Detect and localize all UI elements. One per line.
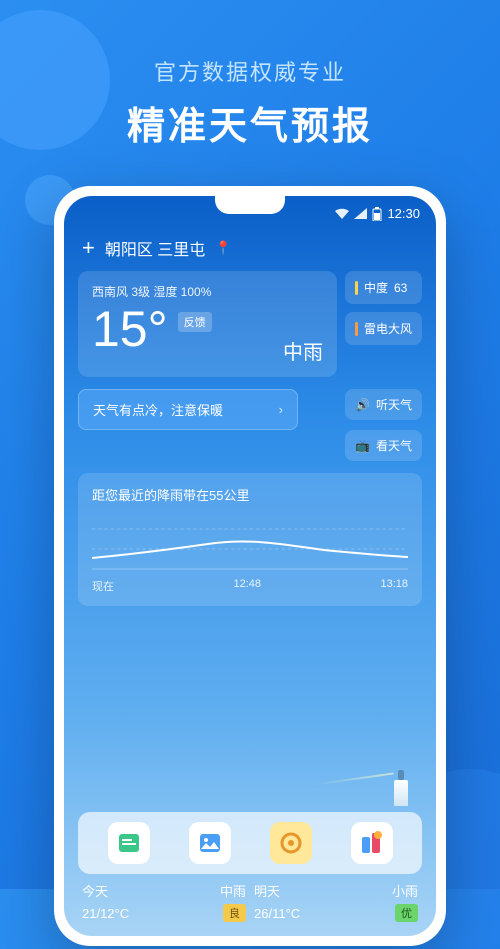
temperature-value: 15° bbox=[92, 304, 168, 354]
wind-humidity-text: 西南风 3级 湿度 100% bbox=[92, 283, 323, 300]
forecast-tomorrow[interactable]: 明天 小雨 26/11°C 优 bbox=[250, 881, 422, 922]
app-dock bbox=[78, 812, 422, 874]
alert-indicator-icon bbox=[355, 322, 358, 336]
rain-time-0: 现在 bbox=[92, 578, 114, 594]
tip-text: 天气有点冷，注意保暖 bbox=[93, 400, 223, 419]
aqi-value: 63 bbox=[394, 281, 407, 295]
location-pin-icon: 📍 bbox=[215, 240, 231, 256]
battery-icon bbox=[372, 207, 382, 221]
wifi-icon bbox=[335, 208, 349, 219]
promo-subtitle: 精准天气预报 bbox=[0, 95, 500, 150]
speaker-icon: 🔊 bbox=[355, 398, 370, 412]
fc-aqi-0: 良 bbox=[223, 904, 246, 922]
phone-frame: 12:30 + 朝阳区 三里屯 📍 西南风 3级 湿度 100% 15° 反馈 … bbox=[54, 186, 446, 946]
promo-title: 官方数据权威专业 bbox=[0, 0, 500, 87]
dock-app-3[interactable] bbox=[270, 822, 312, 864]
lighthouse-beam bbox=[314, 772, 393, 785]
fc-cond-1: 小雨 bbox=[392, 881, 418, 900]
aqi-label: 中度 bbox=[364, 279, 388, 296]
aqi-badge[interactable]: 中度 63 bbox=[345, 271, 422, 304]
fc-range-1: 26/11°C bbox=[254, 906, 300, 921]
signal-icon bbox=[354, 208, 367, 219]
alert-badge[interactable]: 雷电大风 bbox=[345, 312, 422, 345]
forecast-today[interactable]: 今天 中雨 21/12°C 良 bbox=[78, 881, 250, 922]
location-bar[interactable]: + 朝阳区 三里屯 📍 bbox=[64, 225, 436, 271]
status-time: 12:30 bbox=[387, 206, 420, 221]
current-weather-card[interactable]: 西南风 3级 湿度 100% 15° 反馈 中雨 bbox=[78, 271, 337, 377]
aqi-indicator-icon bbox=[355, 281, 358, 295]
fc-range-0: 21/12°C bbox=[82, 906, 129, 921]
fc-aqi-1: 优 bbox=[395, 904, 418, 922]
listen-weather-button[interactable]: 🔊 听天气 bbox=[345, 389, 422, 420]
dock-app-2[interactable] bbox=[189, 822, 231, 864]
tv-icon: 📺 bbox=[355, 439, 370, 453]
alert-label: 雷电大风 bbox=[364, 320, 412, 337]
rain-time-1: 12:48 bbox=[233, 578, 261, 594]
fc-cond-0: 中雨 bbox=[220, 881, 246, 900]
dock-app-4[interactable] bbox=[351, 822, 393, 864]
rain-title: 距您最近的降雨带在55公里 bbox=[92, 485, 408, 504]
weather-tip-card[interactable]: 天气有点冷，注意保暖 › bbox=[78, 389, 298, 430]
rain-time-2: 13:18 bbox=[380, 578, 408, 594]
rain-chart bbox=[92, 514, 408, 572]
notch bbox=[215, 196, 285, 214]
lighthouse-illustration bbox=[394, 770, 408, 806]
location-text[interactable]: 朝阳区 三里屯 bbox=[105, 236, 205, 260]
fc-day-1: 明天 bbox=[254, 881, 280, 900]
dock-app-1[interactable] bbox=[108, 822, 150, 864]
fc-day-0: 今天 bbox=[82, 881, 108, 900]
watch-weather-button[interactable]: 📺 看天气 bbox=[345, 430, 422, 461]
watch-label: 看天气 bbox=[376, 437, 412, 454]
feedback-button[interactable]: 反馈 bbox=[178, 312, 212, 332]
add-location-button[interactable]: + bbox=[82, 235, 95, 261]
phone-screen: 12:30 + 朝阳区 三里屯 📍 西南风 3级 湿度 100% 15° 反馈 … bbox=[64, 196, 436, 936]
listen-label: 听天气 bbox=[376, 396, 412, 413]
rain-forecast-card[interactable]: 距您最近的降雨带在55公里 现在 12:48 13:18 bbox=[78, 473, 422, 606]
chevron-right-icon: › bbox=[279, 402, 283, 417]
forecast-bar: 今天 中雨 21/12°C 良 明天 小雨 26/11°C 优 bbox=[64, 871, 436, 936]
